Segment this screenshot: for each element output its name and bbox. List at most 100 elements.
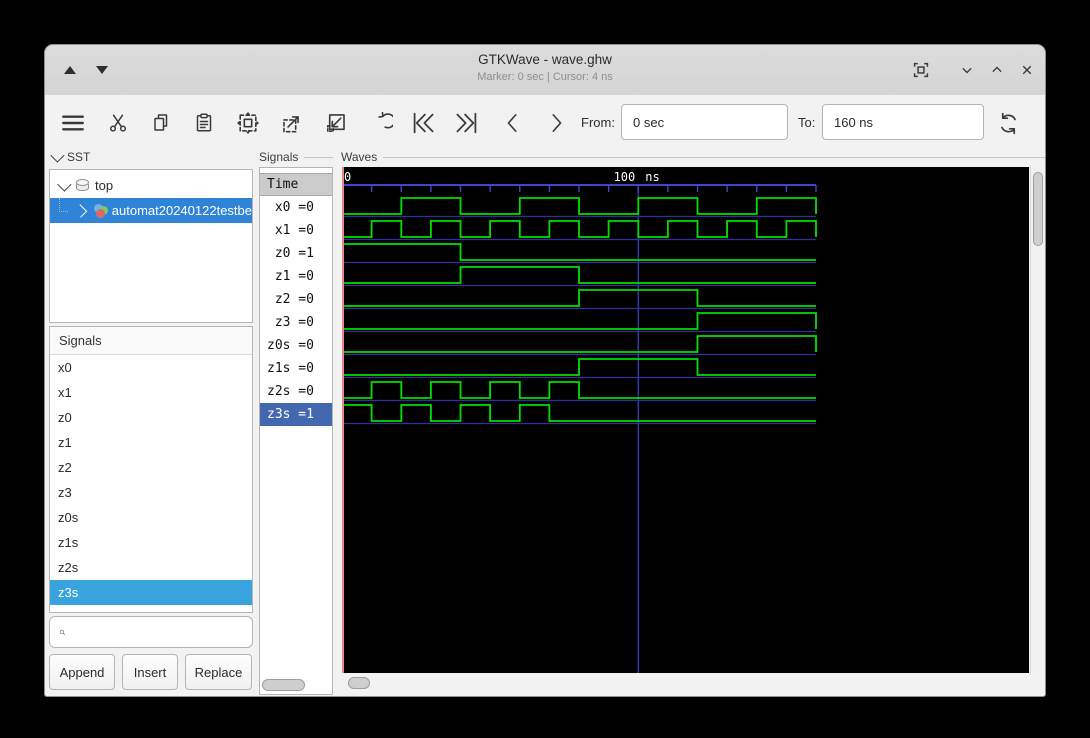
wave-names-list: x0 =0 x1 =0 z0 =1 z1 =0 z2 =0 z3 =0 z0s =… <box>260 196 332 426</box>
scroll-traces-up-button[interactable] <box>57 59 83 81</box>
wave-names-panel: Time x0 =0 x1 =0 z0 =1 z1 =0 z2 =0 z3 =0… <box>259 167 333 695</box>
paste-icon <box>196 113 212 132</box>
module-icon <box>93 203 108 218</box>
signal-browser-item[interactable]: z1s <box>50 530 252 555</box>
from-input[interactable] <box>621 104 788 140</box>
copy-button[interactable] <box>142 104 180 142</box>
tree-guide-line <box>59 198 68 212</box>
wave-name-row[interactable]: z2s =0 <box>260 380 332 403</box>
signal-browser-item[interactable]: z3 <box>50 480 252 505</box>
signal-browser-item[interactable]: z3s <box>50 580 252 605</box>
chevron-up-icon <box>992 66 1002 73</box>
waves-vscrollbar-thumb[interactable] <box>1033 172 1043 246</box>
wave-trace-x1 <box>342 220 817 238</box>
wave-name-row[interactable]: z1s =0 <box>260 357 332 380</box>
window-title: GTKWave - wave.ghw <box>478 52 612 67</box>
waves-frame-label: Waves <box>341 150 1045 164</box>
scissors-icon <box>109 114 127 132</box>
sst-tree-item-top[interactable]: top <box>50 173 252 198</box>
search-icon <box>59 629 66 635</box>
paste-button[interactable] <box>185 104 223 142</box>
zoom-to-start-button[interactable] <box>404 104 442 142</box>
wave-trace-z3s <box>342 404 816 422</box>
skip-to-end-icon <box>456 112 477 134</box>
to-input[interactable] <box>822 104 984 140</box>
zoom-fit-icon <box>236 111 260 135</box>
chevron-down-icon <box>50 148 65 163</box>
expander-icon[interactable] <box>73 203 88 218</box>
cut-button[interactable] <box>99 104 137 142</box>
zoom-out-button[interactable] <box>317 104 355 142</box>
close-icon <box>1022 65 1032 75</box>
wave-trace-z3 <box>342 312 817 330</box>
wave-name-row[interactable]: z1 =0 <box>260 265 332 288</box>
chevron-down-icon <box>962 67 972 74</box>
wave-name-row[interactable]: z2 =0 <box>260 288 332 311</box>
database-icon <box>76 178 89 193</box>
wave-trace-z0s <box>342 335 817 353</box>
triangle-down-icon <box>96 66 108 74</box>
wave-name-row[interactable]: x0 =0 <box>260 196 332 219</box>
sst-tree-item-automat[interactable]: automat20240122testbe <box>50 198 252 223</box>
expander-icon[interactable] <box>57 177 72 192</box>
desktop-background: GTKWave - wave.ghw Marker: 0 sec | Curso… <box>0 0 1090 738</box>
next-edge-button[interactable] <box>537 104 575 142</box>
zoom-out-icon <box>326 114 345 133</box>
reload-icon <box>1000 112 1016 134</box>
minimize-button[interactable] <box>953 58 981 82</box>
skip-to-start-icon <box>413 112 434 134</box>
replace-button[interactable]: Replace <box>185 654 252 690</box>
reload-button[interactable] <box>989 104 1027 142</box>
zoom-in-button[interactable] <box>273 104 311 142</box>
copy-icon <box>154 114 168 131</box>
scroll-traces-down-button[interactable] <box>89 59 115 81</box>
undo-arrow-icon <box>378 111 393 129</box>
wave-trace-z2 <box>342 289 816 307</box>
titlebar[interactable]: GTKWave - wave.ghw Marker: 0 sec | Curso… <box>45 45 1045 96</box>
signals-frame-label: Signals <box>259 150 333 164</box>
menu-icon <box>62 115 84 131</box>
search-input[interactable] <box>72 623 252 641</box>
zoom-undo-button[interactable] <box>361 104 399 142</box>
signal-browser-header: Signals <box>50 327 252 355</box>
signal-browser-item[interactable]: z0s <box>50 505 252 530</box>
wave-name-row[interactable]: z3s =1 <box>260 403 332 426</box>
wave-trace-z2s <box>342 381 816 399</box>
signal-browser: Signals x0 x1 z0 z1 z2 z3 z0s z1s z2s z3s <box>49 326 253 613</box>
wave-name-row[interactable]: z0 =1 <box>260 242 332 265</box>
gtkwave-window: GTKWave - wave.ghw Marker: 0 sec | Curso… <box>44 44 1046 697</box>
maximize-button[interactable] <box>983 58 1011 82</box>
waveform-plot: 0 100 ns <box>342 167 817 673</box>
wave-name-row[interactable]: z0s =0 <box>260 334 332 357</box>
append-button[interactable]: Append <box>49 654 115 690</box>
signal-browser-item[interactable]: x1 <box>50 380 252 405</box>
time-header[interactable]: Time <box>260 173 332 196</box>
wave-name-row[interactable]: x1 =0 <box>260 219 332 242</box>
fullscreen-icon <box>913 62 929 78</box>
chevron-left-icon <box>507 114 517 132</box>
names-hscrollbar-thumb[interactable] <box>262 679 305 691</box>
signal-browser-item[interactable]: z1 <box>50 430 252 455</box>
signal-browser-list: x0 x1 z0 z1 z2 z3 z0s z1s z2s z3s <box>50 355 252 605</box>
signal-browser-item[interactable]: z2s <box>50 555 252 580</box>
signal-browser-item[interactable]: x0 <box>50 355 252 380</box>
insert-button[interactable]: Insert <box>122 654 178 690</box>
wave-name-row[interactable]: z3 =0 <box>260 311 332 334</box>
triangle-up-icon <box>64 66 76 74</box>
fullscreen-button[interactable] <box>907 58 935 82</box>
signal-browser-item[interactable]: z2 <box>50 455 252 480</box>
timeline-major-label: 100 <box>614 170 636 184</box>
wave-canvas[interactable]: 0 100 ns <box>342 167 1029 673</box>
wave-trace-x0 <box>342 197 817 215</box>
waves-vscrollbar-track[interactable] <box>1030 167 1045 673</box>
signal-search[interactable] <box>49 616 253 648</box>
zoom-fit-button[interactable] <box>229 104 267 142</box>
wave-trace-z0 <box>342 243 816 261</box>
waves-hscrollbar-thumb[interactable] <box>348 677 370 689</box>
zoom-to-end-button[interactable] <box>448 104 486 142</box>
close-button[interactable] <box>1013 58 1041 82</box>
marker-cursor-status: Marker: 0 sec | Cursor: 4 ns <box>477 71 613 83</box>
prev-edge-button[interactable] <box>494 104 532 142</box>
signal-browser-item[interactable]: z0 <box>50 405 252 430</box>
menu-button[interactable] <box>54 104 92 142</box>
